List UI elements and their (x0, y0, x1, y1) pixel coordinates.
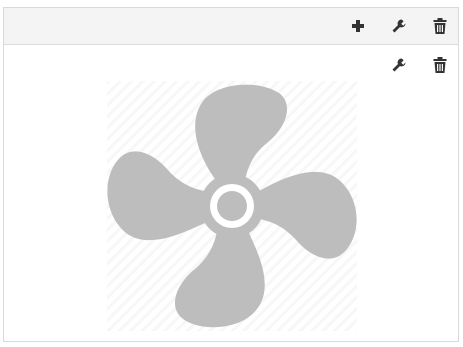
settings-button[interactable] (388, 15, 410, 37)
item-settings-button[interactable] (388, 54, 410, 76)
fan-icon (107, 81, 357, 331)
delete-button[interactable] (429, 15, 451, 37)
fan-image (107, 81, 357, 331)
panel-header (4, 8, 458, 45)
plus-icon (352, 20, 364, 32)
wrench-icon (392, 58, 406, 72)
item-delete-button[interactable] (429, 54, 451, 76)
add-button[interactable] (347, 15, 369, 37)
trash-icon (433, 18, 447, 34)
widget-panel (3, 7, 459, 342)
trash-icon (433, 57, 447, 73)
wrench-icon (392, 19, 406, 33)
